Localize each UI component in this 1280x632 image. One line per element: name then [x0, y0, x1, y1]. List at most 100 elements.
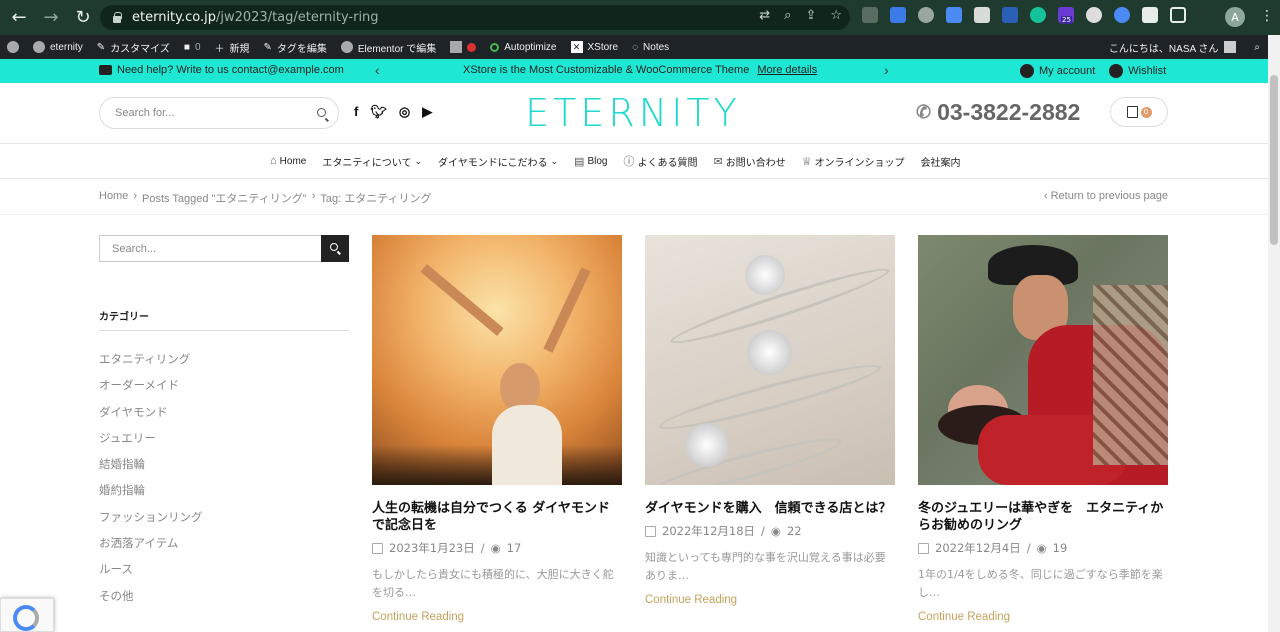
spiral-extension-icon[interactable]: [1114, 7, 1130, 23]
camera-extension-icon[interactable]: [974, 7, 990, 23]
nav-item[interactable]: ⌂ Home: [270, 153, 306, 169]
browser-toolbar: ← → ↻ eternity.co.jp/jw2023/tag/eternity…: [0, 0, 1280, 35]
post-views: 17: [506, 541, 522, 555]
sidebar-search-input[interactable]: Search...: [99, 235, 349, 262]
return-previous-link[interactable]: ‹ Return to previous page: [1044, 190, 1168, 202]
instagram-icon[interactable]: ◎: [399, 104, 410, 120]
post-title[interactable]: 冬のジュエリーは華やぎを エタニティからお勧めのリング: [918, 500, 1168, 534]
wordpress-logo-icon[interactable]: [0, 35, 26, 59]
admin-customize-link[interactable]: ✎ カスタマイズ: [90, 35, 177, 59]
nav-item[interactable]: ✉ お問い合わせ: [713, 153, 785, 169]
admin-edit-tag-link[interactable]: ✎ タグを編集: [257, 35, 334, 59]
promo-next-chevron-icon[interactable]: ›: [884, 62, 889, 78]
post-title[interactable]: 人生の転機は自分でつくる ダイヤモンドで記念日を: [372, 500, 622, 534]
nav-item[interactable]: ダイヤモンドにこだわる ⌄: [438, 153, 558, 169]
admin-xstore-link[interactable]: ✕ XStore: [564, 35, 626, 59]
help-contact[interactable]: Need help? Write to us contact@example.c…: [99, 64, 344, 76]
promo-prev-chevron-icon[interactable]: ‹: [375, 62, 380, 78]
menu-kebab-icon[interactable]: ⋮: [1260, 8, 1274, 24]
dashboard-icon: [33, 41, 45, 53]
post-card: 人生の転機は自分でつくる ダイヤモンドで記念日を 2023年1月23日 / ◉ 17 …: [372, 235, 622, 623]
continue-reading-link[interactable]: Continue Reading: [372, 611, 622, 623]
category-link[interactable]: 結婚指輪: [99, 456, 203, 482]
globe-extension-icon[interactable]: [918, 7, 934, 23]
category-link[interactable]: 婚約指輪: [99, 482, 203, 508]
breadcrumb-home-link[interactable]: Home: [99, 190, 128, 206]
post-thumbnail-couple-winter[interactable]: [918, 235, 1168, 485]
reload-icon[interactable]: ↻: [70, 5, 96, 31]
status-dot-icon: [467, 42, 477, 52]
user-avatar-icon[interactable]: [1224, 41, 1237, 53]
nav-item[interactable]: エタニティについて ⌄: [322, 153, 422, 169]
post-thumbnail-diamond-rings[interactable]: [645, 235, 895, 485]
page-scrollbar[interactable]: [1268, 35, 1280, 632]
admin-comments-link[interactable]: ■ 0: [177, 35, 208, 59]
puzzle-extensions-icon[interactable]: [1142, 7, 1158, 23]
wishlist-link[interactable]: Wishlist: [1109, 64, 1166, 78]
admin-notes-link[interactable]: ◌ Notes: [625, 35, 676, 59]
category-link[interactable]: エタニティリング: [99, 351, 203, 377]
site-logo[interactable]: ETERNITY: [525, 91, 739, 135]
admin-site-link[interactable]: eternity: [26, 35, 90, 59]
forward-arrow-icon[interactable]: →: [38, 5, 64, 31]
post-title[interactable]: ダイヤモンドを購入 信頼できる店とは？: [645, 500, 895, 517]
nav-item[interactable]: ♕ オンラインショップ: [802, 153, 905, 169]
address-bar[interactable]: eternity.co.jp/jw2023/tag/eternity-ring …: [100, 5, 850, 30]
category-link[interactable]: ダイヤモンド: [99, 404, 203, 430]
cart-button[interactable]: 0: [1110, 97, 1168, 127]
twitter-icon[interactable]: 🐦︎: [370, 104, 387, 120]
my-account-link[interactable]: My account: [1020, 64, 1095, 78]
continue-reading-link[interactable]: Continue Reading: [918, 611, 1168, 623]
s-extension-icon[interactable]: [1002, 7, 1018, 23]
back-arrow-icon[interactable]: ←: [6, 5, 32, 31]
badge-extension-icon[interactable]: 25: [1058, 7, 1074, 24]
admin-greeting[interactable]: こんにちは、NASA さん: [1109, 40, 1218, 55]
category-link[interactable]: オーダーメイド: [99, 377, 203, 403]
post-thumbnail-woman-sunset[interactable]: [372, 235, 622, 485]
category-link[interactable]: ジュエリー: [99, 430, 203, 456]
user-icon: [1020, 64, 1034, 78]
admin-elementor-link[interactable]: Elementor で編集: [334, 35, 443, 59]
recaptcha-badge[interactable]: [0, 598, 54, 632]
sidebar-search-button[interactable]: [321, 235, 349, 262]
category-link[interactable]: ファッションリング: [99, 509, 203, 535]
search-icon[interactable]: [317, 108, 326, 117]
breadcrumb-posts-tagged[interactable]: Posts Tagged "エタニティリング": [142, 190, 307, 206]
half-circle-extension-icon[interactable]: [1086, 7, 1102, 23]
youtube-icon[interactable]: ▶: [422, 104, 432, 120]
header-phone[interactable]: ✆ 03-3822-2882: [916, 99, 1080, 126]
admin-new-link[interactable]: ＋ 新規: [208, 35, 257, 59]
continue-reading-link[interactable]: Continue Reading: [645, 594, 895, 606]
category-link[interactable]: ルース: [99, 561, 203, 587]
scrollbar-thumb[interactable]: [1270, 75, 1278, 245]
bookmark-star-icon[interactable]: ☆: [830, 8, 842, 23]
nav-item[interactable]: ⓘ よくある質問: [623, 153, 697, 169]
eye-icon: ◉: [1036, 541, 1047, 555]
share-icon[interactable]: ⇪: [805, 8, 816, 23]
docs-extension-icon[interactable]: [890, 7, 906, 23]
recycle-extension-icon[interactable]: [862, 7, 878, 23]
breadcrumb-current: Tag: エタニティリング: [320, 193, 432, 205]
google-translate-extension-icon[interactable]: [946, 7, 962, 23]
side-panel-icon[interactable]: [1170, 7, 1186, 23]
cart-count-badge: 0: [1140, 106, 1152, 118]
category-link[interactable]: お洒落アイテム: [99, 535, 203, 561]
divider: [0, 214, 1268, 215]
search-icon: [330, 243, 338, 251]
nav-item[interactable]: ▤ Blog: [574, 153, 607, 169]
zoom-icon[interactable]: ⌕: [784, 8, 791, 23]
profile-avatar[interactable]: A: [1225, 7, 1245, 27]
facebook-icon[interactable]: f: [354, 104, 358, 120]
category-link[interactable]: その他: [99, 588, 203, 614]
promo-more-details-link[interactable]: More details: [757, 64, 817, 76]
admin-autoptimize-link[interactable]: Autoptimize: [483, 35, 563, 59]
grammarly-extension-icon[interactable]: [1030, 7, 1046, 23]
admin-search-icon[interactable]: ⌕: [1254, 42, 1260, 53]
nav-item[interactable]: 会社案内: [921, 153, 961, 169]
admin-yoast-link[interactable]: [443, 35, 483, 59]
admin-customize-label: カスタマイズ: [110, 43, 170, 55]
post-views: 22: [786, 524, 802, 538]
translate-icon[interactable]: ⇄: [759, 8, 770, 23]
meta-separator: /: [1026, 541, 1031, 555]
header-search-input[interactable]: Search for...: [99, 97, 339, 129]
